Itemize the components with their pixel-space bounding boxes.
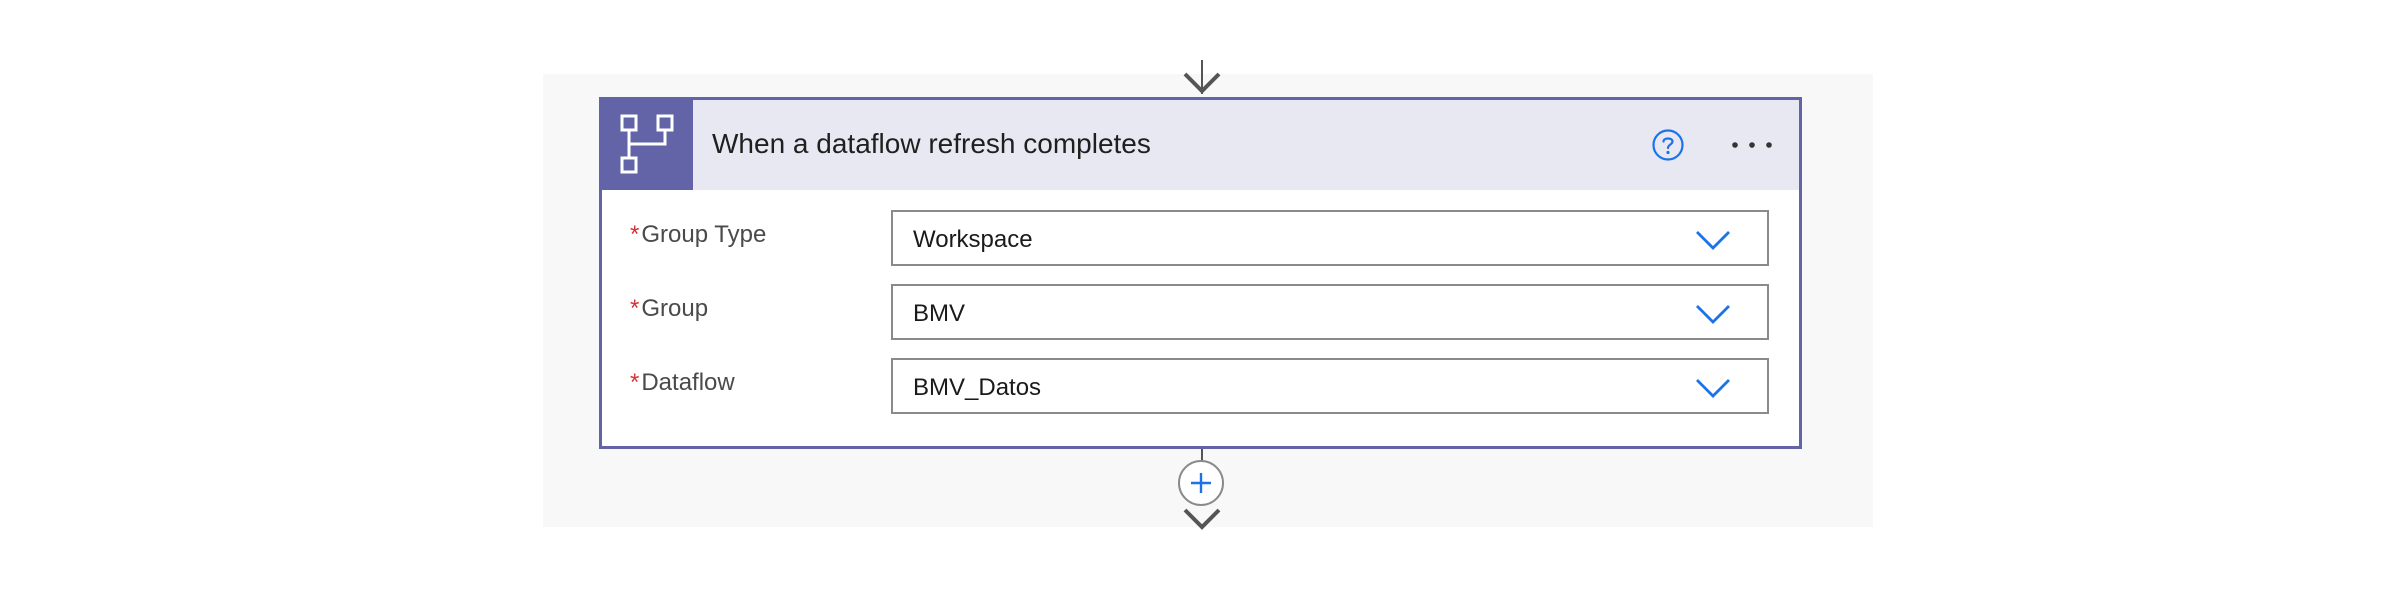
field-label-text: Group Type — [641, 221, 767, 248]
chevron-down-icon — [1696, 231, 1730, 250]
group-dropdown[interactable]: BMV — [891, 284, 1769, 340]
field-label-group: *Group — [630, 295, 708, 323]
arrow-down-icon — [1183, 72, 1221, 94]
group-type-dropdown[interactable]: Workspace — [891, 210, 1769, 266]
dropdown-value: Workspace — [913, 226, 1033, 253]
chevron-down-icon — [1696, 305, 1730, 324]
required-marker: * — [630, 295, 640, 322]
help-circle-icon[interactable] — [1651, 128, 1685, 162]
field-row-group-type: *Group Type Workspace — [602, 208, 1799, 268]
field-row-dataflow: *Dataflow BMV_Datos — [602, 356, 1799, 416]
field-label-text: Dataflow — [641, 369, 735, 396]
field-label-group-type: *Group Type — [630, 221, 766, 249]
trigger-icon-tile — [602, 100, 693, 190]
add-step-button[interactable] — [1178, 460, 1224, 506]
trigger-card-header[interactable]: When a dataflow refresh completes — [602, 100, 1799, 190]
more-options-icon[interactable] — [1727, 130, 1777, 160]
field-label-text: Group — [641, 295, 709, 322]
chevron-down-icon — [1696, 379, 1730, 398]
required-marker: * — [630, 369, 640, 396]
trigger-title: When a dataflow refresh completes — [712, 128, 1151, 159]
field-row-group: *Group BMV — [602, 282, 1799, 342]
dropdown-value: BMV — [913, 300, 966, 327]
arrow-down-icon — [1183, 508, 1221, 530]
required-marker: * — [630, 221, 640, 248]
trigger-card[interactable]: When a dataflow refresh completes *Group… — [599, 97, 1802, 449]
plus-icon — [1191, 473, 1211, 493]
dataflow-dropdown[interactable]: BMV_Datos — [891, 358, 1769, 414]
dataflow-icon — [620, 114, 674, 174]
field-label-dataflow: *Dataflow — [630, 369, 735, 397]
dropdown-value: BMV_Datos — [913, 374, 1042, 401]
